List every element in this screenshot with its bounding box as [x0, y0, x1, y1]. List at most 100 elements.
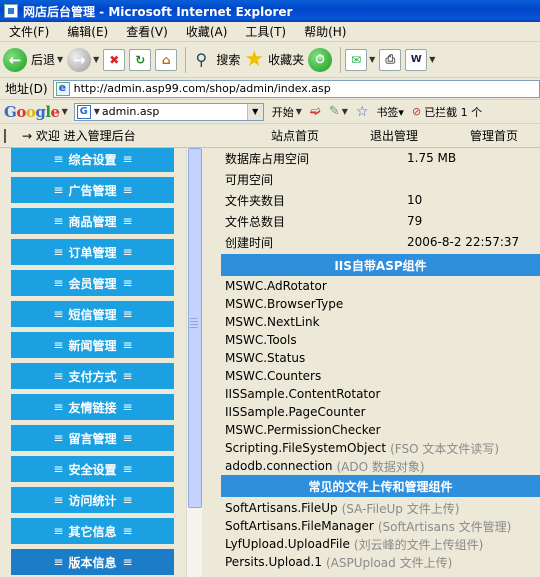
google-start-label: 开始: [271, 105, 294, 119]
refresh-button[interactable]: ↻: [129, 45, 152, 75]
refresh-icon: ↻: [129, 48, 152, 71]
section-header-iis: IIS自带ASP组件: [221, 254, 540, 276]
stop-button[interactable]: ✖: [103, 45, 126, 75]
sidebar-item-links[interactable]: ≡ 友情链接 ≡: [11, 394, 174, 420]
menu-favorites[interactable]: 收藏(A): [177, 23, 237, 40]
google-start-button[interactable]: 开始 ▼: [272, 104, 302, 120]
menu-tools[interactable]: 工具(T): [236, 23, 295, 40]
chevron-down-icon[interactable]: ▼: [429, 55, 435, 64]
sidebar-item-general-settings[interactable]: ≡ 综合设置 ≡: [11, 148, 174, 172]
search-icon: ⚲: [195, 50, 208, 69]
home-button[interactable]: ⌂: [155, 45, 178, 75]
frame-gap: [203, 148, 221, 577]
component-row: SoftArtisans.FileManager (SoftArtisans 文件…: [225, 519, 512, 534]
toolbar-separator: [340, 46, 342, 73]
history-button[interactable]: ⏱: [308, 45, 333, 75]
section-header-upload: 常见的文件上传和管理组件: [221, 475, 540, 497]
menu-help[interactable]: 帮助(H): [295, 23, 355, 40]
component-note: (SA-FileUp 文件上传): [341, 501, 460, 516]
forward-arrow-icon: →: [67, 47, 92, 72]
menu-edit[interactable]: 编辑(E): [58, 23, 117, 40]
search-label: 搜索: [216, 53, 241, 67]
back-button[interactable]: ← 后退 ▼: [3, 45, 63, 75]
star-icon: ★: [244, 46, 265, 72]
google-logo[interactable]: Google: [4, 103, 60, 121]
scrollbar-thumb[interactable]: [188, 148, 202, 508]
google-g-icon: G: [76, 104, 91, 119]
component-note: (FSO 文本文件读写): [390, 441, 500, 456]
print-icon: ⎙: [379, 48, 402, 71]
mail-icon: ✉: [345, 48, 368, 71]
stat-row: 创建时间 2006-8-2 22:57:37: [225, 232, 540, 252]
sidebar-item-version[interactable]: ≡ 版本信息 ≡: [11, 549, 174, 575]
logout-link[interactable]: 退出管理: [370, 127, 418, 144]
google-search-input[interactable]: G ▼ admin.asp ▼: [73, 102, 264, 121]
back-label: 后退: [31, 53, 56, 67]
menu-file[interactable]: 文件(F): [0, 23, 58, 40]
menu-view[interactable]: 查看(V): [117, 23, 177, 40]
component-row: IISSample.PageCounter: [225, 405, 366, 419]
history-icon: ⏱: [308, 47, 333, 72]
main-content: 数据库占用空间 1.75 MB 可用空间 文件夹数目 10 文件总数目 79 创…: [221, 148, 540, 577]
stop-icon: ✖: [103, 48, 126, 71]
component-row: MSWC.AdRotator: [225, 279, 327, 293]
component-row: SoftArtisans.FileUp (SA-FileUp 文件上传): [225, 501, 460, 516]
sidebar-item-orders[interactable]: ≡ 订单管理 ≡: [11, 239, 174, 265]
forward-button[interactable]: → ▼: [67, 45, 99, 75]
nav-divider: [4, 129, 6, 143]
popup-blocker[interactable]: ⊘ 已拦截 1 个: [412, 104, 482, 120]
autofill-icon[interactable]: ✎ ▼: [329, 104, 348, 119]
ie-window-icon: [4, 4, 18, 18]
print-button[interactable]: ⎙: [379, 45, 402, 75]
sidebar-scrollbar[interactable]: [186, 148, 202, 577]
admin-home-link[interactable]: 管理首页: [470, 127, 518, 144]
sidebar-item-guestbook[interactable]: ≡ 留言管理 ≡: [11, 425, 174, 451]
stat-value: 1.75 MB: [407, 151, 457, 165]
component-row: MSWC.PermissionChecker: [225, 423, 381, 437]
browser-toolbar: ← 后退 ▼ → ▼ ✖ ↻ ⌂ ⚲ 搜索 ★ 收藏夹 ⏱ ✉ ▼ ⎙ W ▼: [0, 42, 540, 78]
bookmarks-button[interactable]: 书签▾: [376, 104, 404, 120]
address-bar: 地址(D) http://admin.asp99.com/shop/admin/…: [0, 78, 540, 100]
sidebar-item-statistics[interactable]: ≡ 访问统计 ≡: [11, 487, 174, 513]
admin-topnav: → 欢迎 进入管理后台 站点首页 退出管理 管理首页: [0, 124, 540, 148]
popup-blocked-icon: ⊘: [411, 105, 422, 118]
sidebar-item-members[interactable]: ≡ 会员管理 ≡: [11, 270, 174, 296]
chevron-down-icon[interactable]: ▼: [62, 107, 68, 116]
component-row: IISSample.ContentRotator: [225, 387, 381, 401]
sidebar-item-other-info[interactable]: ≡ 其它信息 ≡: [11, 518, 174, 544]
sidebar-item-sms[interactable]: ≡ 短信管理 ≡: [11, 301, 174, 327]
star-icon[interactable]: ☆: [356, 104, 369, 120]
mail-button[interactable]: ✉ ▼: [345, 45, 375, 75]
address-url: http://admin.asp99.com/shop/admin/index.…: [73, 82, 331, 95]
sidebar-item-news[interactable]: ≡ 新闻管理 ≡: [11, 332, 174, 358]
stat-label: 创建时间: [225, 235, 274, 250]
component-row: MSWC.NextLink: [225, 315, 320, 329]
chevron-down-icon[interactable]: ▼: [246, 103, 263, 120]
window-title: 网店后台管理 - Microsoft Internet Explorer: [23, 4, 293, 19]
stat-row: 数据库占用空间 1.75 MB: [225, 148, 540, 168]
google-toolbar: Google ▼ G ▼ admin.asp ▼ 开始 ▼ ➫ ✎ ▼ ☆ 书签▾…: [0, 100, 540, 124]
stat-row: 文件夹数目 10: [225, 190, 540, 210]
site-home-link[interactable]: 站点首页: [271, 127, 319, 144]
chevron-down-icon[interactable]: ▼: [57, 55, 63, 64]
favorites-label: 收藏夹: [268, 53, 305, 67]
sidebar-item-payment[interactable]: ≡ 支付方式 ≡: [11, 363, 174, 389]
stat-label: 可用空间: [225, 172, 274, 187]
sidebar-item-products[interactable]: ≡ 商品管理 ≡: [11, 208, 174, 234]
component-row: MSWC.Status: [225, 351, 306, 365]
stat-row: 文件总数目 79: [225, 211, 540, 231]
toolbar-separator: [185, 46, 187, 73]
edit-button[interactable]: W ▼: [405, 45, 435, 75]
sidebar-item-security[interactable]: ≡ 安全设置 ≡: [11, 456, 174, 482]
chevron-down-icon[interactable]: ▼: [93, 55, 99, 64]
chevron-down-icon[interactable]: ▼: [369, 55, 375, 64]
stat-label: 数据库占用空间: [225, 151, 310, 166]
sidebar-item-ads[interactable]: ≡ 广告管理 ≡: [11, 177, 174, 203]
pagerank-icon[interactable]: ➫: [310, 104, 321, 119]
google-search-query: admin.asp: [101, 105, 160, 118]
address-field[interactable]: http://admin.asp99.com/shop/admin/index.…: [52, 79, 540, 98]
stat-value: 2006-8-2 22:57:37: [407, 235, 520, 249]
favorites-button[interactable]: ★ 收藏夹: [244, 45, 304, 75]
chevron-down-icon: ▼: [93, 107, 100, 116]
search-button[interactable]: ⚲ 搜索: [190, 45, 240, 75]
